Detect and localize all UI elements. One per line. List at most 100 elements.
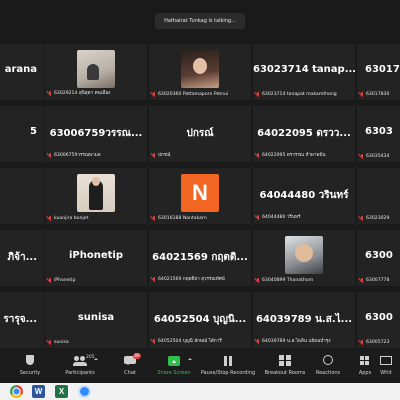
participant-tile[interactable]: 64044480 วรินทร์ 64044480 วรินทร์	[252, 167, 356, 225]
participant-name: ปกรณ์	[186, 128, 214, 139]
participant-caption: 63029214 สุนิสุดา คนเมือง	[48, 90, 110, 97]
mic-muted-icon	[152, 92, 156, 97]
meeting-top-bar: Hathairat Tunkag is talking...	[0, 0, 400, 40]
participant-caption-text: iPhonetip	[54, 278, 76, 283]
participant-name: arana	[4, 64, 37, 75]
mic-muted-icon	[256, 92, 260, 97]
participant-caption: iPhonetip	[48, 278, 76, 283]
share-screen-icon	[167, 355, 181, 367]
participant-caption-text: 64021569 กฤตติยา สุวรรณทัศน์	[158, 277, 225, 282]
share-screen-button[interactable]: Share Screen	[146, 353, 202, 381]
participant-tile[interactable]: 64022095 ดรวว... 64022095 ดรวรรณ จำพาพปัน	[252, 105, 356, 163]
recording-button[interactable]: Pause/Stop Recording	[200, 353, 256, 381]
participant-caption-text: 64052504 บุญนิ ลักษณ์ ได้การี	[158, 339, 222, 344]
participant-name: iPhonetip	[68, 250, 123, 261]
participant-tile[interactable]: 63023029	[356, 167, 400, 225]
participants-icon	[73, 355, 87, 367]
mic-muted-icon	[360, 216, 364, 221]
participant-caption-text: ปกรณ์	[158, 153, 171, 158]
participant-tile[interactable]: 64052504 บุญนิ... 64052504 บุญนิ ลักษณ์ ไ…	[148, 291, 252, 349]
mic-muted-icon	[256, 339, 260, 344]
chrome-icon[interactable]	[10, 385, 23, 398]
participant-video	[77, 174, 115, 212]
participant-tile[interactable]: sunisa sunisa	[44, 291, 148, 349]
participant-tile[interactable]: 63023714 tanap... 63023714 tanapat makamt…	[252, 43, 356, 101]
mic-muted-icon	[256, 278, 260, 283]
mic-muted-icon	[152, 339, 156, 344]
participant-video	[181, 50, 219, 88]
mic-muted-icon	[48, 278, 52, 283]
participant-name: 63006759วรรณ...	[49, 128, 143, 139]
participant-tile[interactable]: 6303 63035434	[356, 105, 400, 163]
participant-caption: 63006759วรรณพามล	[48, 152, 101, 159]
participant-caption: 63005723	[360, 340, 389, 345]
whiteboards-button[interactable]: Whit	[372, 353, 400, 381]
participant-tile[interactable]: 63006759วรรณ... 63006759วรรณพามล	[44, 105, 148, 163]
participant-caption: 64044480 วรินทร์	[256, 214, 301, 221]
mic-muted-icon	[256, 153, 260, 158]
participant-caption-text: 63005723	[366, 340, 390, 345]
participant-name: 64022095 ดรวว...	[257, 128, 351, 139]
participant-caption-text: 63007778	[366, 278, 390, 283]
participant-name: รารุจ...	[3, 314, 37, 325]
recording-label: Pause/Stop Recording	[200, 370, 256, 376]
participant-caption-text: sunisa	[54, 340, 69, 345]
participant-tile[interactable]: 5	[0, 105, 46, 163]
security-button[interactable]: Security	[2, 353, 58, 381]
participant-tile[interactable]: 63029214 สุนิสุดา คนเมือง	[44, 43, 148, 101]
excel-icon[interactable]: X	[55, 385, 68, 398]
windows-taskbar: W X	[0, 383, 400, 400]
participant-caption: 63035434	[360, 154, 389, 159]
participant-caption-text: 63020360 Pattamaporn Petnui	[158, 92, 229, 97]
chevron-up-icon[interactable]	[188, 358, 192, 360]
participant-tile[interactable]: 6300 63007778	[356, 229, 400, 287]
participant-caption-text: 63017830	[366, 92, 390, 97]
participant-caption-text: 63016188 Nantakarn	[158, 216, 207, 221]
participant-name: 63017	[365, 64, 400, 75]
participant-tile[interactable]: 64039789 น.ส.ไ... 64039789 น.ส.ไพลิน แย้ม…	[252, 291, 356, 349]
participant-tile[interactable]: arana	[0, 43, 46, 101]
participant-tile[interactable]: ธนิณ	[0, 167, 46, 225]
participant-tile[interactable]: iPhonetip iPhonetip	[44, 229, 148, 287]
word-icon[interactable]: W	[32, 385, 45, 398]
mic-muted-icon	[152, 153, 156, 158]
gallery-grid: arana 63029214 สุนิสุดา คนเมือง 63020360 P…	[0, 41, 400, 349]
participant-caption-text: 64039789 น.ส.ไพลิน แย้มฉบำรุง	[262, 339, 331, 344]
participant-name: sunisa	[77, 312, 115, 323]
zoom-icon[interactable]	[78, 385, 91, 398]
participants-label: Participants	[65, 370, 95, 376]
participant-name: 6300	[365, 312, 393, 323]
participant-caption-text: 64044480 วรินทร์	[262, 215, 301, 220]
participant-tile[interactable]: 63017 63017830	[356, 43, 400, 101]
chat-unread-badge: 89	[133, 353, 142, 359]
participant-caption: 63017830	[360, 92, 389, 97]
participant-caption: 64022095 ดรวรรณ จำพาพปัน	[256, 152, 326, 159]
mic-muted-icon	[360, 340, 364, 345]
pause-icon	[221, 355, 235, 367]
participant-caption-text: 63040899 Thanathorn	[262, 278, 314, 283]
participant-caption: 64021569 กฤตติยา สุวรรณทัศน์	[152, 276, 225, 283]
breakout-rooms-icon	[278, 355, 292, 367]
participant-tile[interactable]: N 63016188 Nantakarn	[148, 167, 252, 225]
participant-caption-text: kuanjira bonjet	[54, 216, 89, 221]
smiley-icon	[321, 355, 335, 367]
participant-tile[interactable]: 63040899 Thanathorn	[252, 229, 356, 287]
participant-tile[interactable]: 63020360 Pattamaporn Petnui	[148, 43, 252, 101]
participants-button[interactable]: 205 Participants	[52, 353, 108, 381]
apps-icon	[358, 355, 372, 367]
participant-caption-text: 63023029	[366, 216, 390, 221]
participant-tile[interactable]: kuanjira bonjet	[44, 167, 148, 225]
mic-muted-icon	[48, 153, 52, 158]
participant-tile[interactable]: ภิจ้า...	[0, 229, 46, 287]
participant-name: 6303	[365, 126, 393, 137]
participant-caption-text: 63006759วรรณพามล	[54, 153, 101, 158]
participant-tile[interactable]: 6300 63005723	[356, 291, 400, 349]
participant-name: 64021569 กฤตติ...	[152, 252, 248, 263]
chevron-up-icon[interactable]	[94, 358, 98, 360]
participant-tile[interactable]: รารุจ...	[0, 291, 46, 349]
participant-tile[interactable]: ปกรณ์ ปกรณ์	[148, 105, 252, 163]
participant-tile[interactable]: 64021569 กฤตติ... 64021569 กฤตติยา สุวรรณ…	[148, 229, 252, 287]
participant-caption: 63016188 Nantakarn	[152, 216, 207, 221]
mic-muted-icon	[360, 278, 364, 283]
shield-icon	[23, 355, 37, 367]
